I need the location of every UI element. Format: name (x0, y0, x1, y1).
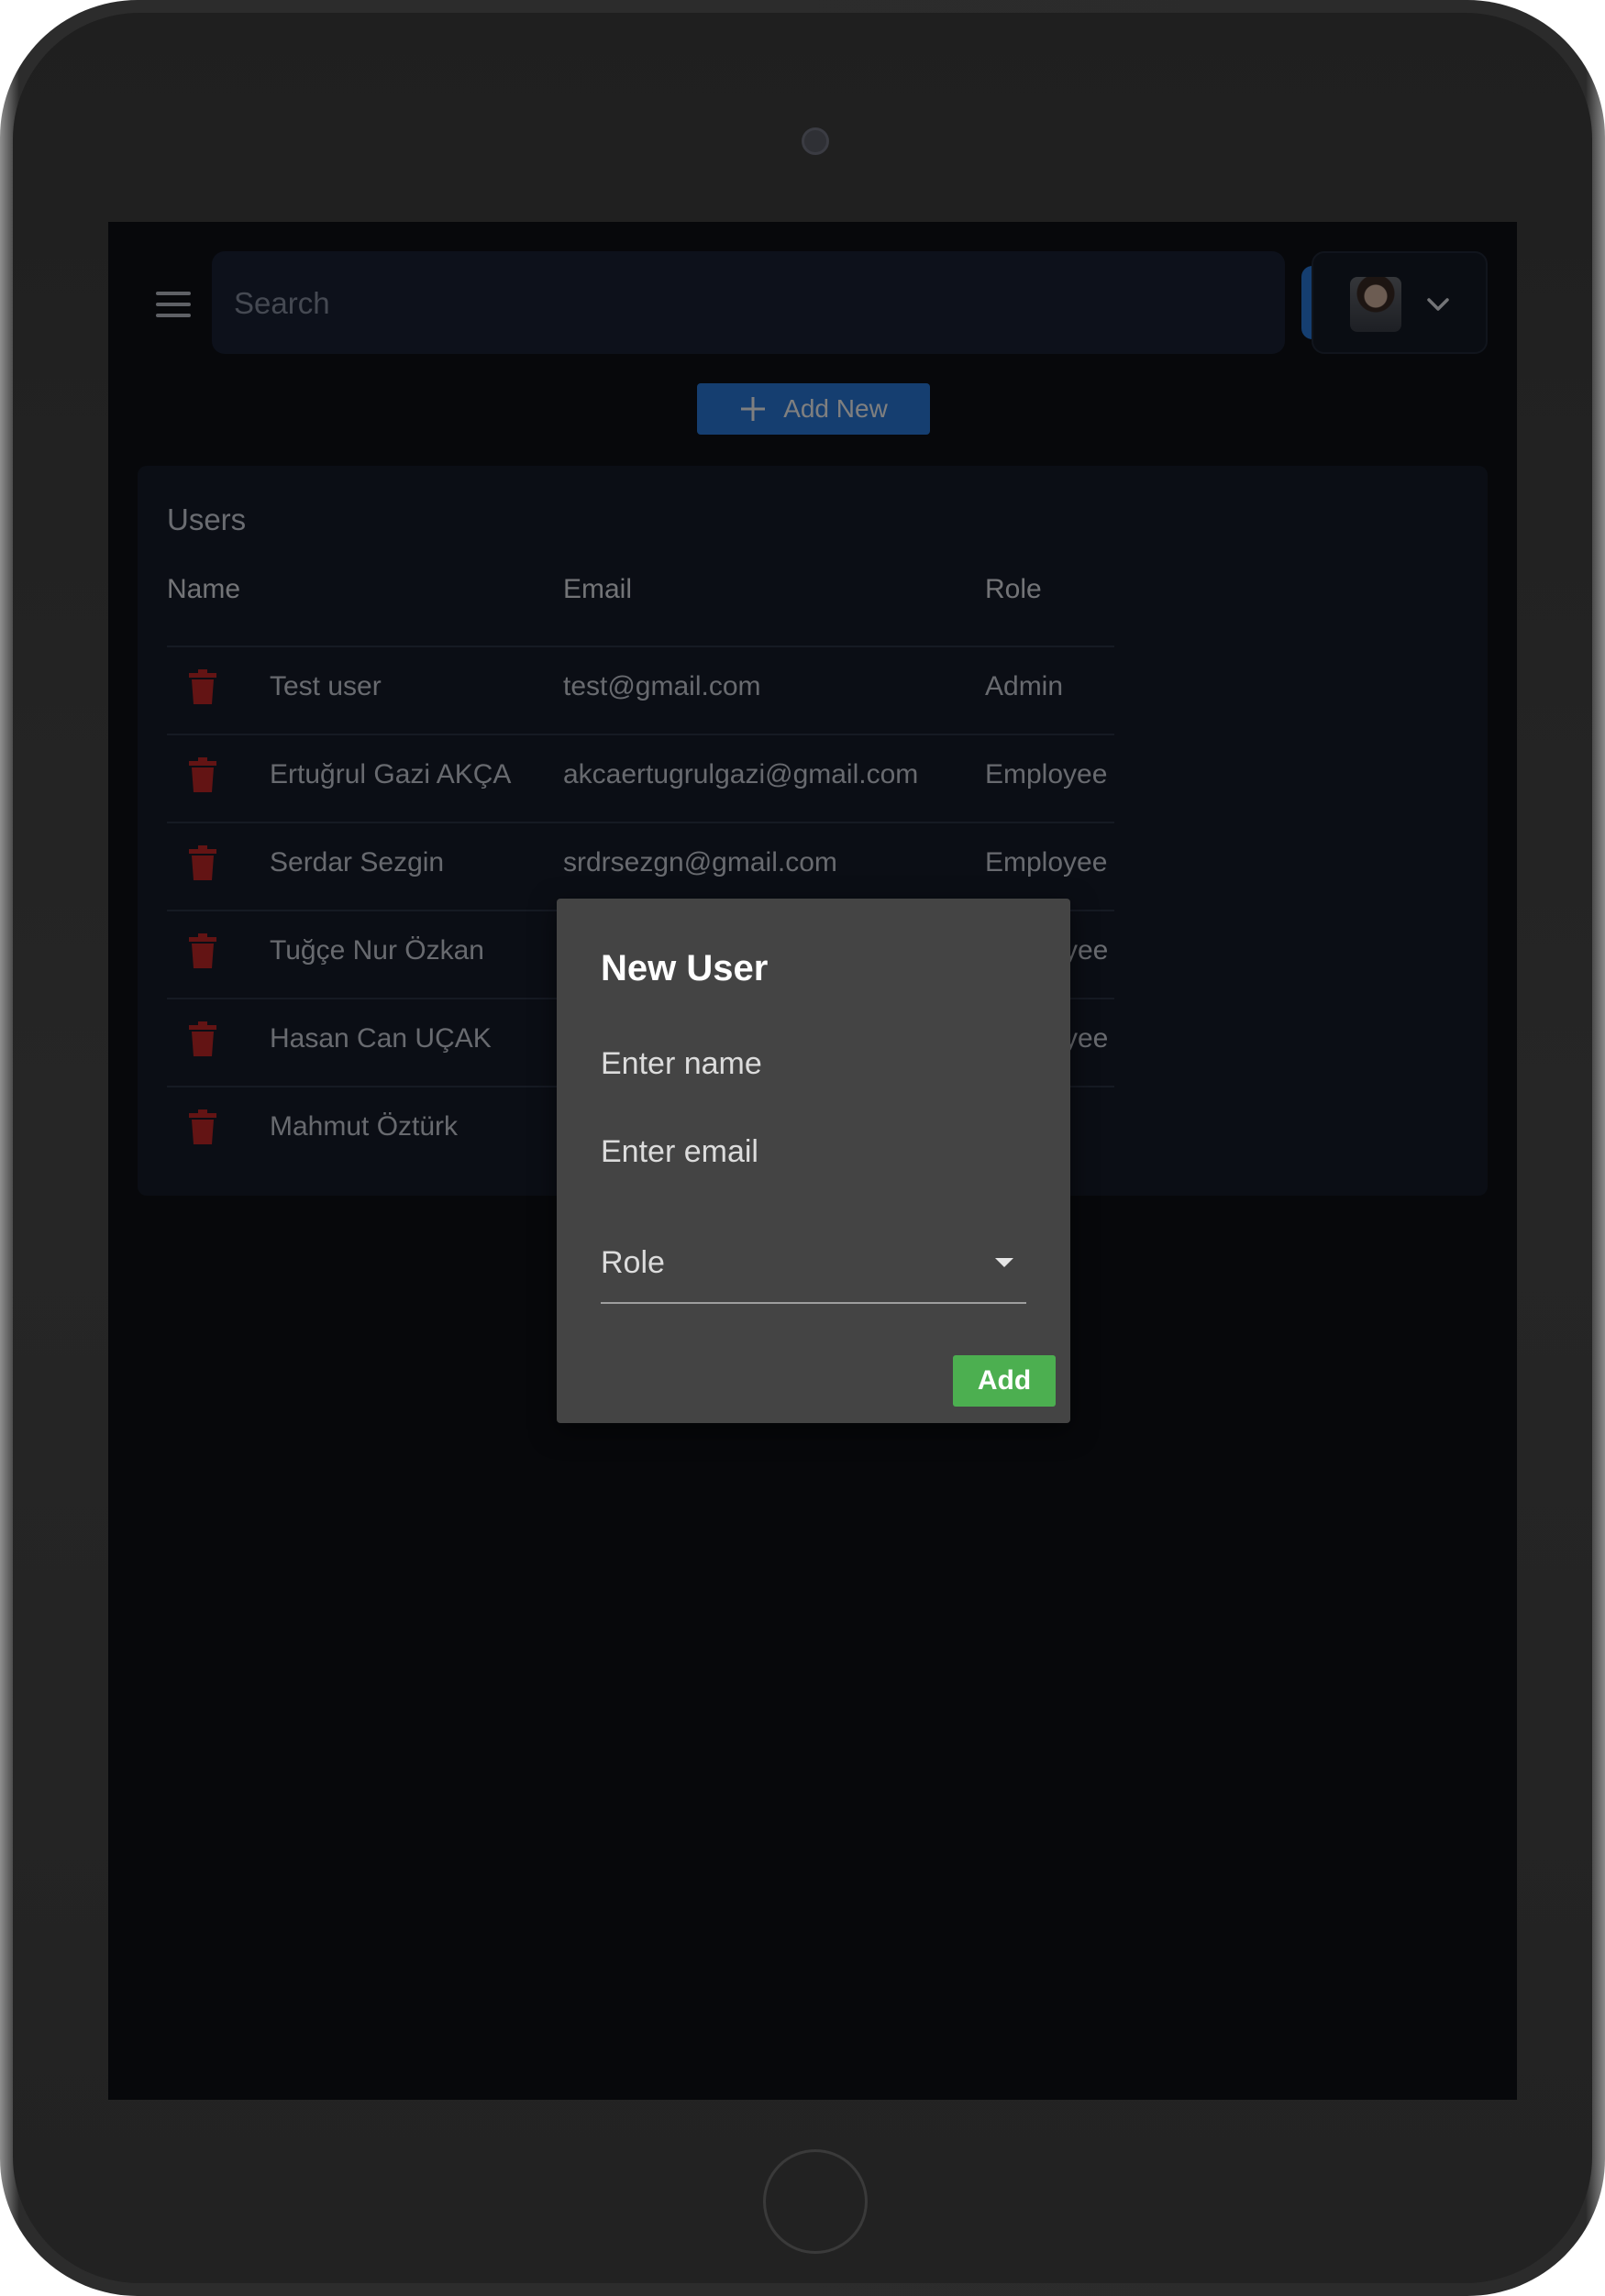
tablet-screen: Add New Users Name Email Role Test user … (108, 222, 1517, 2100)
tablet-bezel: Add New Users Name Email Role Test user … (13, 13, 1592, 2283)
dialog-title: New User (601, 948, 769, 988)
new-user-dialog: New User Role Add (557, 899, 1070, 1423)
role-select-label: Role (601, 1245, 665, 1280)
tablet-frame: Add New Users Name Email Role Test user … (0, 0, 1605, 2296)
email-field[interactable] (601, 1126, 1026, 1177)
dropdown-arrow-icon (995, 1258, 1013, 1267)
home-button[interactable] (763, 2149, 868, 2254)
camera-icon (802, 127, 829, 155)
name-field[interactable] (601, 1038, 1026, 1089)
role-select[interactable]: Role (601, 1238, 1026, 1304)
add-user-button[interactable]: Add (953, 1355, 1056, 1407)
